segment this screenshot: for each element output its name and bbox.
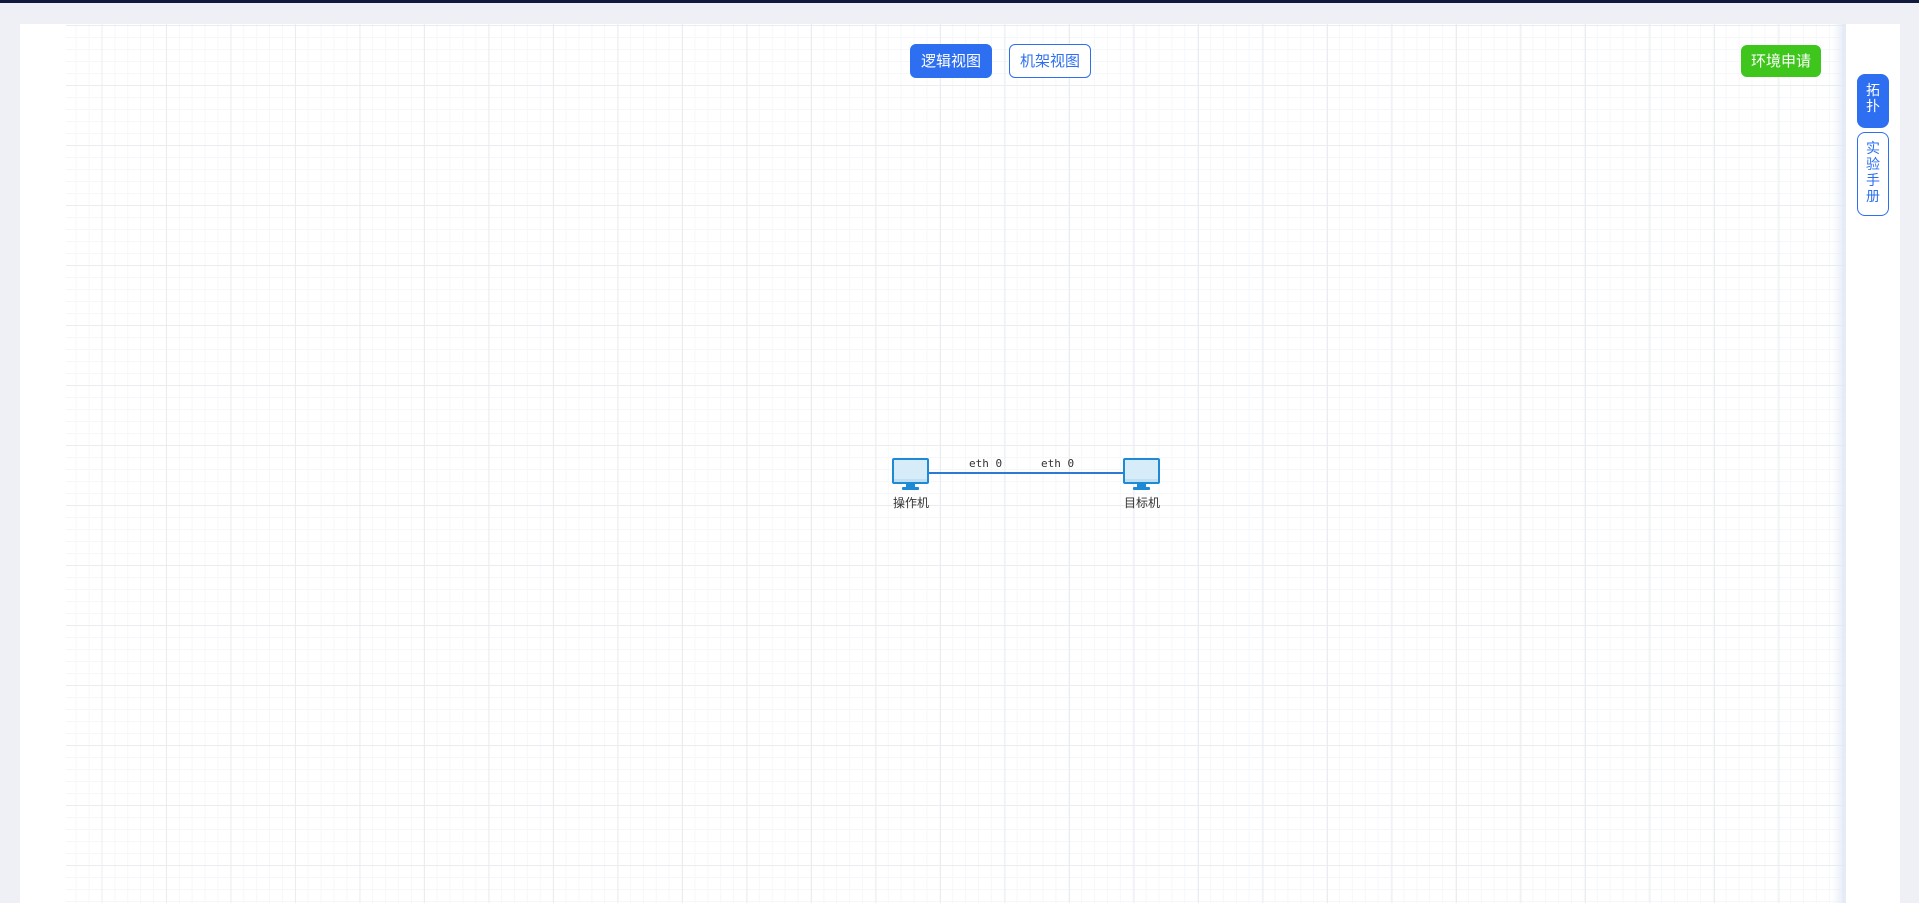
link-port-label-from: eth 0 [969, 457, 1003, 470]
topology-node-operator-label: 操作机 [892, 496, 930, 510]
topology-panel: eth 0 eth 0 操作机 目标机 逻辑视图 机架视图 环境申请 拓 扑 实… [20, 24, 1900, 903]
tab-lab-manual-char: 验 [1866, 157, 1880, 173]
rack-view-button[interactable]: 机架视图 [1009, 44, 1091, 78]
tab-lab-manual-char: 册 [1866, 189, 1880, 205]
tab-lab-manual[interactable]: 实 验 手 册 [1857, 132, 1889, 216]
link-port-label-to: eth 0 [1041, 457, 1075, 470]
apply-environment-button[interactable]: 环境申请 [1741, 45, 1821, 77]
tab-topology-char: 扑 [1866, 99, 1880, 115]
topology-canvas[interactable]: eth 0 eth 0 操作机 目标机 逻辑视图 机架视图 环境申请 [66, 24, 1846, 903]
topology-node-operator[interactable] [890, 457, 932, 491]
right-sidebar: 拓 扑 实 验 手 册 [1846, 24, 1900, 903]
desktop-computer-icon [892, 458, 929, 490]
top-bar [0, 0, 1919, 3]
topology-graph [912, 472, 1142, 474]
tab-lab-manual-char: 手 [1866, 173, 1880, 189]
tab-topology[interactable]: 拓 扑 [1857, 74, 1889, 128]
tab-topology-char: 拓 [1866, 83, 1880, 99]
desktop-computer-icon [1123, 458, 1160, 490]
tab-lab-manual-char: 实 [1866, 141, 1880, 157]
logic-view-button[interactable]: 逻辑视图 [910, 44, 992, 78]
topology-node-target-label: 目标机 [1123, 496, 1161, 510]
topology-node-target[interactable] [1121, 457, 1163, 491]
